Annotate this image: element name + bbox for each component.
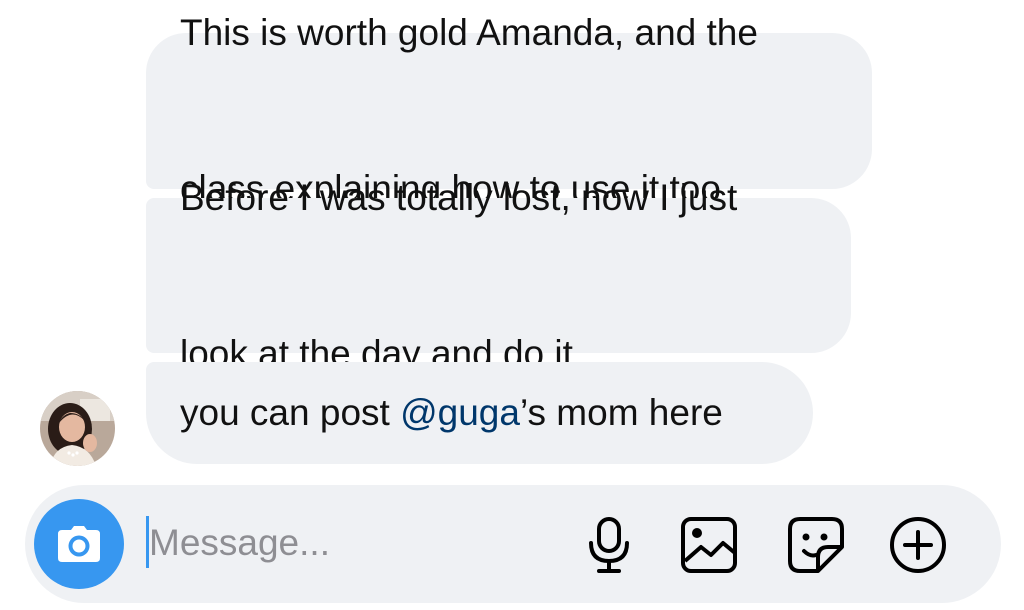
message-line: This is worth gold Amanda, and the [180,12,758,53]
mention-link[interactable]: @guga [400,392,520,433]
message-bubble[interactable]: you can post @guga’s mom here [146,362,813,464]
message-composer [25,485,1001,603]
plus-circle-icon [890,517,946,573]
chat-thread: This is worth gold Amanda, and the class… [0,0,1024,610]
message-text: you can post @guga’s mom here [180,387,723,439]
sender-avatar[interactable] [40,391,115,466]
gallery-icon [681,517,737,573]
message-line: Before I was totally lost, now I just [180,176,738,218]
add-button[interactable] [886,513,950,577]
message-input[interactable] [149,513,569,573]
camera-button[interactable] [34,499,124,589]
camera-icon [58,526,100,562]
sticker-button[interactable] [784,513,848,577]
message-text-part: ’s mom here [519,392,723,433]
sticker-icon [788,517,844,573]
microphone-icon [589,517,629,573]
gallery-button[interactable] [677,513,741,577]
message-bubble[interactable]: Before I was totally lost, now I just lo… [146,177,851,374]
message-text-part: you can post [180,392,401,433]
microphone-button[interactable] [577,513,641,577]
